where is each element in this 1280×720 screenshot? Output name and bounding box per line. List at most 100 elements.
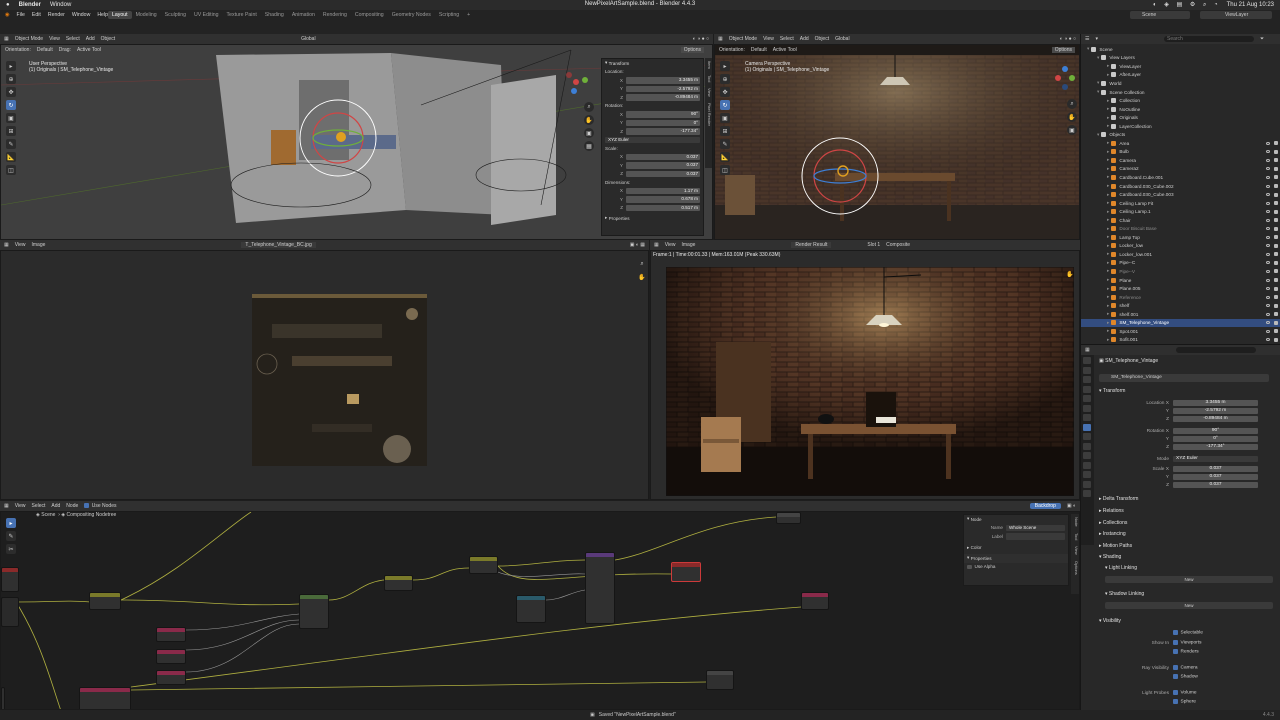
tab-compositing[interactable]: Compositing <box>351 11 388 19</box>
render-camera-icon[interactable] <box>1274 243 1278 248</box>
editor-type-icon[interactable]: ▦ <box>4 36 9 42</box>
transform-panel-header[interactable]: ▾ Transform <box>1099 388 1125 394</box>
rot-y-field[interactable]: 0° <box>626 119 700 126</box>
editor-type-icon[interactable]: ▦ <box>4 503 9 509</box>
view-menu[interactable]: View <box>15 242 26 248</box>
tab-view[interactable]: View <box>1071 546 1079 555</box>
use-alpha-checkbox[interactable]: Use Alpha <box>964 563 1068 572</box>
tab-tool[interactable]: Tool <box>1071 533 1079 540</box>
tab-animation[interactable]: Animation <box>288 11 319 19</box>
visibility-eye-icon[interactable] <box>1266 150 1270 154</box>
render-camera-icon[interactable] <box>1274 329 1278 334</box>
select-menu[interactable]: Select <box>31 503 45 509</box>
annotate-tool-icon[interactable]: ✎ <box>720 139 730 149</box>
render-layer-selector[interactable]: Composite <box>886 242 910 248</box>
outliner-item[interactable]: ▸ Ceiling Lamp Fit <box>1081 199 1280 208</box>
expand-arrow-icon[interactable]: ▸ <box>1107 98 1109 104</box>
node-color[interactable] <box>469 556 498 574</box>
prop-scale-y[interactable]: 0.037 <box>1173 473 1258 481</box>
scale-tool-icon[interactable]: ▣ <box>720 113 730 123</box>
add-cube-tool-icon[interactable]: ◫ <box>720 165 730 175</box>
expand-arrow-icon[interactable]: ▸ <box>1107 234 1109 240</box>
dim-x-field[interactable]: 1.17 m <box>626 187 700 194</box>
ortho-toggle-icon[interactable]: ▦ <box>584 141 594 151</box>
visibility-eye-icon[interactable] <box>1266 184 1270 188</box>
mode-selector[interactable]: Object Mode <box>729 36 757 42</box>
render-camera-icon[interactable] <box>1274 312 1278 317</box>
outliner-item[interactable]: ▸ Reference <box>1081 293 1280 302</box>
visibility-eye-icon[interactable] <box>1266 158 1270 162</box>
node-panel-header[interactable]: ▾ Node <box>964 515 1068 524</box>
tab-shading[interactable]: Shading <box>261 11 288 19</box>
visibility-eye-icon[interactable] <box>1266 287 1270 291</box>
expand-arrow-icon[interactable]: ▾ <box>1097 80 1099 86</box>
scale-z-field[interactable]: 0.037 <box>626 170 700 177</box>
expand-arrow-icon[interactable]: ▾ <box>1097 132 1099 138</box>
node-name-field[interactable]: Whole Scene <box>1006 524 1065 531</box>
expand-arrow-icon[interactable]: ▸ <box>1107 123 1109 129</box>
node-input-bottom[interactable] <box>79 687 131 709</box>
outliner-item[interactable]: ▸ Sofit.001 <box>1081 336 1280 344</box>
render-camera-icon[interactable] <box>1274 175 1278 180</box>
outliner-item[interactable]: ▸ SM_Telephone_Vintage <box>1081 318 1280 328</box>
menu-window[interactable]: Window <box>72 12 90 18</box>
app-menu[interactable]: Blender <box>19 2 41 8</box>
prop-rot-z[interactable]: -177.34° <box>1173 443 1258 451</box>
visibility-eye-icon[interactable] <box>1266 141 1270 145</box>
tab-view[interactable]: View <box>705 88 712 97</box>
node-convert[interactable] <box>89 592 121 610</box>
node-value-3[interactable] <box>156 670 186 685</box>
tab-sculpting[interactable]: Sculpting <box>161 11 190 19</box>
node-view-toggles[interactable]: ▣ ◐ <box>1067 503 1076 509</box>
visibility-eye-icon[interactable] <box>1266 338 1270 342</box>
delta-transform-panel[interactable]: ▸ Delta Transform <box>1099 496 1138 502</box>
outliner-item[interactable]: ▸ Cardboard.030_Cube.002 <box>1081 182 1280 191</box>
visibility-eye-icon[interactable] <box>1266 193 1270 197</box>
prop-loc-y[interactable]: -2.5792 m <box>1173 407 1258 415</box>
expand-arrow-icon[interactable]: ▾ <box>1087 46 1089 52</box>
visibility-eye-icon[interactable] <box>1266 278 1270 282</box>
add-workspace-button[interactable]: + <box>463 11 474 19</box>
shading-buttons[interactable]: ◐ ◑ ● ○ <box>1060 36 1076 42</box>
render-camera-icon[interactable] <box>1274 260 1278 265</box>
select-menu[interactable]: Select <box>780 36 794 42</box>
scale-tool-icon[interactable]: ▣ <box>6 113 16 123</box>
outliner-item[interactable]: ▸ Chair <box>1081 216 1280 225</box>
outliner-item[interactable]: ▸ Plane <box>1081 276 1280 285</box>
world-tab-icon[interactable] <box>1083 404 1091 412</box>
dim-y-field[interactable]: 0.678 m <box>626 196 700 203</box>
orientation-selector[interactable]: Default <box>751 47 767 53</box>
outliner-item[interactable]: ▸ Locker_low <box>1081 242 1280 251</box>
expand-arrow-icon[interactable]: ▸ <box>1107 243 1109 249</box>
select-menu[interactable]: Select <box>66 36 80 42</box>
measure-tool-icon[interactable]: 📐 <box>6 152 16 162</box>
shadow-linking-new-button[interactable]: New <box>1105 602 1273 609</box>
light-linking-new-button[interactable]: New <box>1105 576 1273 583</box>
relations-panel[interactable]: ▸ Relations <box>1099 508 1124 514</box>
properties-search-input[interactable] <box>1175 347 1256 353</box>
cursor-tool-icon[interactable]: ⊕ <box>720 74 730 84</box>
visibility-eye-icon[interactable] <box>1266 218 1270 222</box>
editor-type-icon[interactable]: ☰ <box>1085 36 1089 42</box>
visibility-eye-icon[interactable] <box>1266 312 1270 316</box>
tab-modeling[interactable]: Modeling <box>132 11 161 19</box>
expand-arrow-icon[interactable]: ▸ <box>1107 157 1109 163</box>
camera-ray-checkbox[interactable]: Camera <box>1173 665 1198 671</box>
motion-paths-panel[interactable]: ▸ Motion Paths <box>1099 543 1132 549</box>
select-tool-icon[interactable]: ▸ <box>720 61 730 71</box>
expand-arrow-icon[interactable]: ▸ <box>1107 328 1109 334</box>
outliner-item[interactable]: ▸ Door Biscuit Base <box>1081 224 1280 233</box>
visibility-panel[interactable]: ▾ Visibility <box>1099 618 1121 624</box>
select-tool-icon[interactable]: ▸ <box>6 61 16 71</box>
add-menu[interactable]: Add <box>800 36 809 42</box>
prop-loc-x[interactable]: 3.3455 m <box>1173 399 1258 407</box>
add-cube-tool-icon[interactable]: ◫ <box>6 165 16 175</box>
zoom-icon[interactable]: ⌕ <box>584 102 594 112</box>
outliner-item[interactable]: ▾ View Layers <box>1081 54 1280 63</box>
render-camera-icon[interactable] <box>1274 201 1278 206</box>
shadow-linking-panel[interactable]: ▾ Shadow Linking <box>1105 591 1144 597</box>
expand-arrow-icon[interactable]: ▸ <box>1107 149 1109 155</box>
visibility-eye-icon[interactable] <box>1266 175 1270 179</box>
node-menu[interactable]: Node <box>66 503 78 509</box>
expand-arrow-icon[interactable]: ▸ <box>1107 277 1109 283</box>
